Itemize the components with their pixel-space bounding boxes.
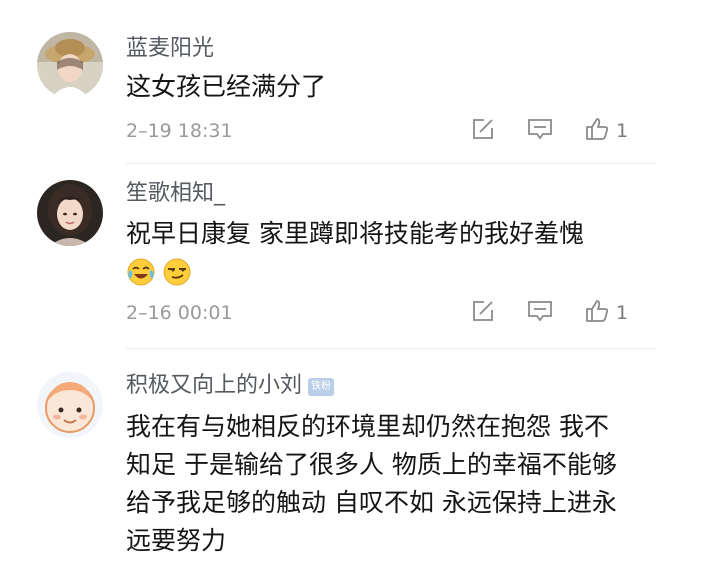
comment-item: 积极又向上的小刘 铁粉 我在有与她相反的环境里却仍然在抱怨 我不 知足 于是输给了… [0, 355, 706, 574]
smirk-emoji [162, 257, 192, 287]
comment-text-line: 远要努力 [126, 526, 227, 555]
share-icon [470, 298, 496, 328]
laughing-crying-emoji [126, 257, 156, 287]
timestamp: 2–16 00:01 [126, 302, 233, 324]
comment-item: 笙歌相知_ 祝早日康复 家里蹲即将技能考的我好羞愧 2–16 00:01 1 [0, 165, 706, 355]
comment-list: 蓝麦阳光 这女孩已经满分了 2–19 18:31 1 笙歌相知_ 祝早日康复 家… [0, 0, 706, 574]
comment-button[interactable] [526, 117, 554, 145]
share-icon [470, 116, 496, 146]
username[interactable]: 蓝麦阳光 [126, 36, 214, 62]
comment-item: 蓝麦阳光 这女孩已经满分了 2–19 18:31 1 [0, 0, 706, 165]
avatar[interactable] [37, 372, 103, 438]
username-text: 积极又向上的小刘 [126, 373, 303, 398]
comment-text: 我在有与她相反的环境里却仍然在抱怨 我不 知足 于是输给了很多人 物质上的幸福不… [126, 408, 617, 560]
like-count: 1 [616, 120, 629, 142]
like-count: 1 [616, 302, 629, 324]
like-button[interactable]: 1 [584, 117, 628, 145]
comment-text-line: 祝早日康复 家里蹲即将技能考的我好羞愧 [126, 219, 584, 248]
share-button[interactable] [470, 117, 496, 145]
share-button[interactable] [470, 299, 496, 327]
fan-badge: 铁粉 [308, 378, 335, 396]
comment-icon [526, 116, 554, 146]
comment-meta: 2–16 00:01 1 [126, 299, 636, 327]
username[interactable]: 笙歌相知_ [126, 181, 225, 207]
thumbs-up-icon [584, 116, 610, 146]
emoji-row [126, 257, 192, 287]
comment-text-line: 给予我足够的触动 自叹不如 永远保持上进永 [126, 488, 617, 517]
divider [126, 163, 656, 164]
comment-text: 这女孩已经满分了 [126, 68, 326, 106]
avatar[interactable] [37, 32, 103, 98]
comment-text-line: 知足 于是输给了很多人 物质上的幸福不能够 [126, 450, 617, 479]
username[interactable]: 积极又向上的小刘 铁粉 [126, 373, 335, 399]
comment-button[interactable] [526, 299, 554, 327]
comment-text-line: 我在有与她相反的环境里却仍然在抱怨 我不 [126, 412, 609, 441]
comment-icon [526, 298, 554, 328]
comment-text-line: 这女孩已经满分了 [126, 72, 327, 101]
comment-text: 祝早日康复 家里蹲即将技能考的我好羞愧 [126, 215, 584, 253]
like-button[interactable]: 1 [584, 299, 628, 327]
timestamp: 2–19 18:31 [126, 120, 233, 142]
thumbs-up-icon [584, 298, 610, 328]
comment-meta: 2–19 18:31 1 [126, 117, 636, 145]
avatar[interactable] [37, 180, 103, 246]
divider [126, 348, 656, 349]
